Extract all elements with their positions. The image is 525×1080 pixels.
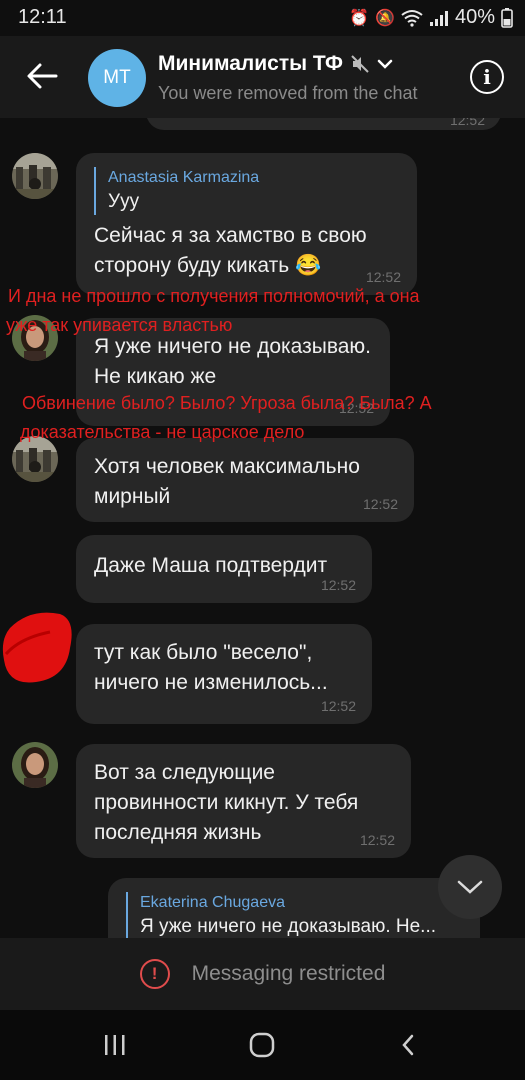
annotation-line: И дна не прошло с получения полномочий, … — [8, 286, 420, 306]
message-bubble[interactable]: Хотя человек максимально мирный 12:52 — [76, 438, 414, 522]
status-bar: 12:11 ⏰ 🔕 40% — [0, 0, 525, 36]
recent-apps-button[interactable] — [95, 1030, 135, 1060]
message-bubble[interactable]: Ekaterina Chugaeva Я уже ничего не доказ… — [108, 878, 480, 938]
annotation-line: Обвинение было? Было? Угроза была? Была?… — [22, 393, 432, 413]
user-photo — [12, 742, 58, 788]
restricted-bar: ! Messaging restricted — [0, 938, 525, 1010]
avatar[interactable] — [12, 153, 58, 199]
system-nav-bar — [0, 1010, 525, 1080]
chat-avatar-initials: MT — [103, 67, 131, 88]
chat-header: MT Минималисты ТФ You were removed from … — [0, 36, 525, 118]
restricted-label: Messaging restricted — [191, 962, 386, 985]
alarm-icon: ⏰ — [349, 9, 370, 27]
warning-icon: ! — [139, 959, 170, 989]
avatar[interactable] — [12, 742, 58, 788]
reply-text: Я уже ничего не доказываю. Не... — [140, 916, 437, 937]
chat-title-text: Минималисты ТФ — [158, 52, 343, 75]
reply-text: Ууу — [108, 191, 140, 212]
home-button[interactable] — [242, 1030, 282, 1060]
info-icon: i — [483, 65, 491, 89]
status-time: 12:11 — [18, 6, 67, 28]
message-bubble[interactable]: 12:52 — [146, 118, 501, 130]
reply-quote[interactable]: Ekaterina Chugaeva Я уже ничего не доказ… — [126, 892, 462, 938]
signal-icon — [429, 10, 448, 26]
annotation-line: доказательства - не царское дело — [20, 422, 305, 442]
message-text: Хотя человек максимально мирный — [94, 455, 360, 508]
muted-icon — [351, 55, 369, 73]
message-time: 12:52 — [449, 118, 485, 128]
wifi-icon — [401, 9, 423, 27]
battery-icon — [501, 7, 513, 28]
chevron-left-icon — [402, 1034, 414, 1056]
chevron-down-icon — [457, 880, 483, 894]
recent-apps-icon — [105, 1035, 125, 1055]
chevron-down-icon — [377, 59, 393, 69]
status-icons: ⏰ 🔕 40% — [349, 6, 513, 29]
message-bubble[interactable]: Вот за следующие провинности кикнут. У т… — [76, 744, 411, 858]
message-text: Вот за следующие провинности кикнут. У т… — [94, 761, 359, 844]
reply-quote[interactable]: Anastasia Karmazina Ууу — [94, 167, 399, 215]
back-nav-button[interactable] — [388, 1030, 428, 1060]
reply-author: Ekaterina Chugaeva — [140, 894, 285, 911]
message-text: Сейчас я за хамство в свою сторону буду … — [94, 224, 367, 277]
message-list[interactable]: 12:52 Anastasia Karmazina Ууу Сейчас я з… — [0, 118, 525, 938]
annotation-line: уже так упивается властью — [6, 315, 233, 335]
message-time: 12:52 — [362, 496, 398, 512]
chat-subtitle: You were removed from the chat — [158, 83, 418, 103]
message-bubble[interactable]: Даже Маша подтвердит 12:52 — [76, 535, 372, 603]
chat-avatar[interactable]: MT — [88, 49, 146, 107]
message-text: Я уже ничего не доказываю. Не кикаю же — [94, 335, 371, 388]
redacted-avatar — [0, 608, 78, 688]
message-time: 12:52 — [359, 832, 395, 848]
message-time: 12:52 — [320, 698, 356, 714]
scroll-down-button[interactable] — [438, 855, 502, 919]
back-button[interactable] — [22, 56, 62, 96]
user-photo — [12, 153, 58, 199]
message-text: тут как было "весело", ничего не изменил… — [94, 641, 328, 694]
battery-level: 40% — [454, 6, 495, 28]
message-bubble[interactable]: тут как было "весело", ничего не изменил… — [76, 624, 372, 724]
red-scribble — [2, 612, 72, 683]
message-bubble[interactable]: Anastasia Karmazina Ууу Сейчас я за хамс… — [76, 153, 417, 295]
chat-title[interactable]: Минималисты ТФ — [158, 52, 393, 76]
home-icon — [249, 1032, 275, 1058]
reply-author: Anastasia Karmazina — [108, 169, 260, 186]
message-time: 12:52 — [320, 577, 356, 593]
arrow-left-icon — [27, 63, 58, 89]
message-text: Даже Маша подтвердит — [94, 554, 328, 577]
mute-icon: 🔕 — [375, 9, 395, 27]
info-button[interactable]: i — [470, 60, 504, 94]
